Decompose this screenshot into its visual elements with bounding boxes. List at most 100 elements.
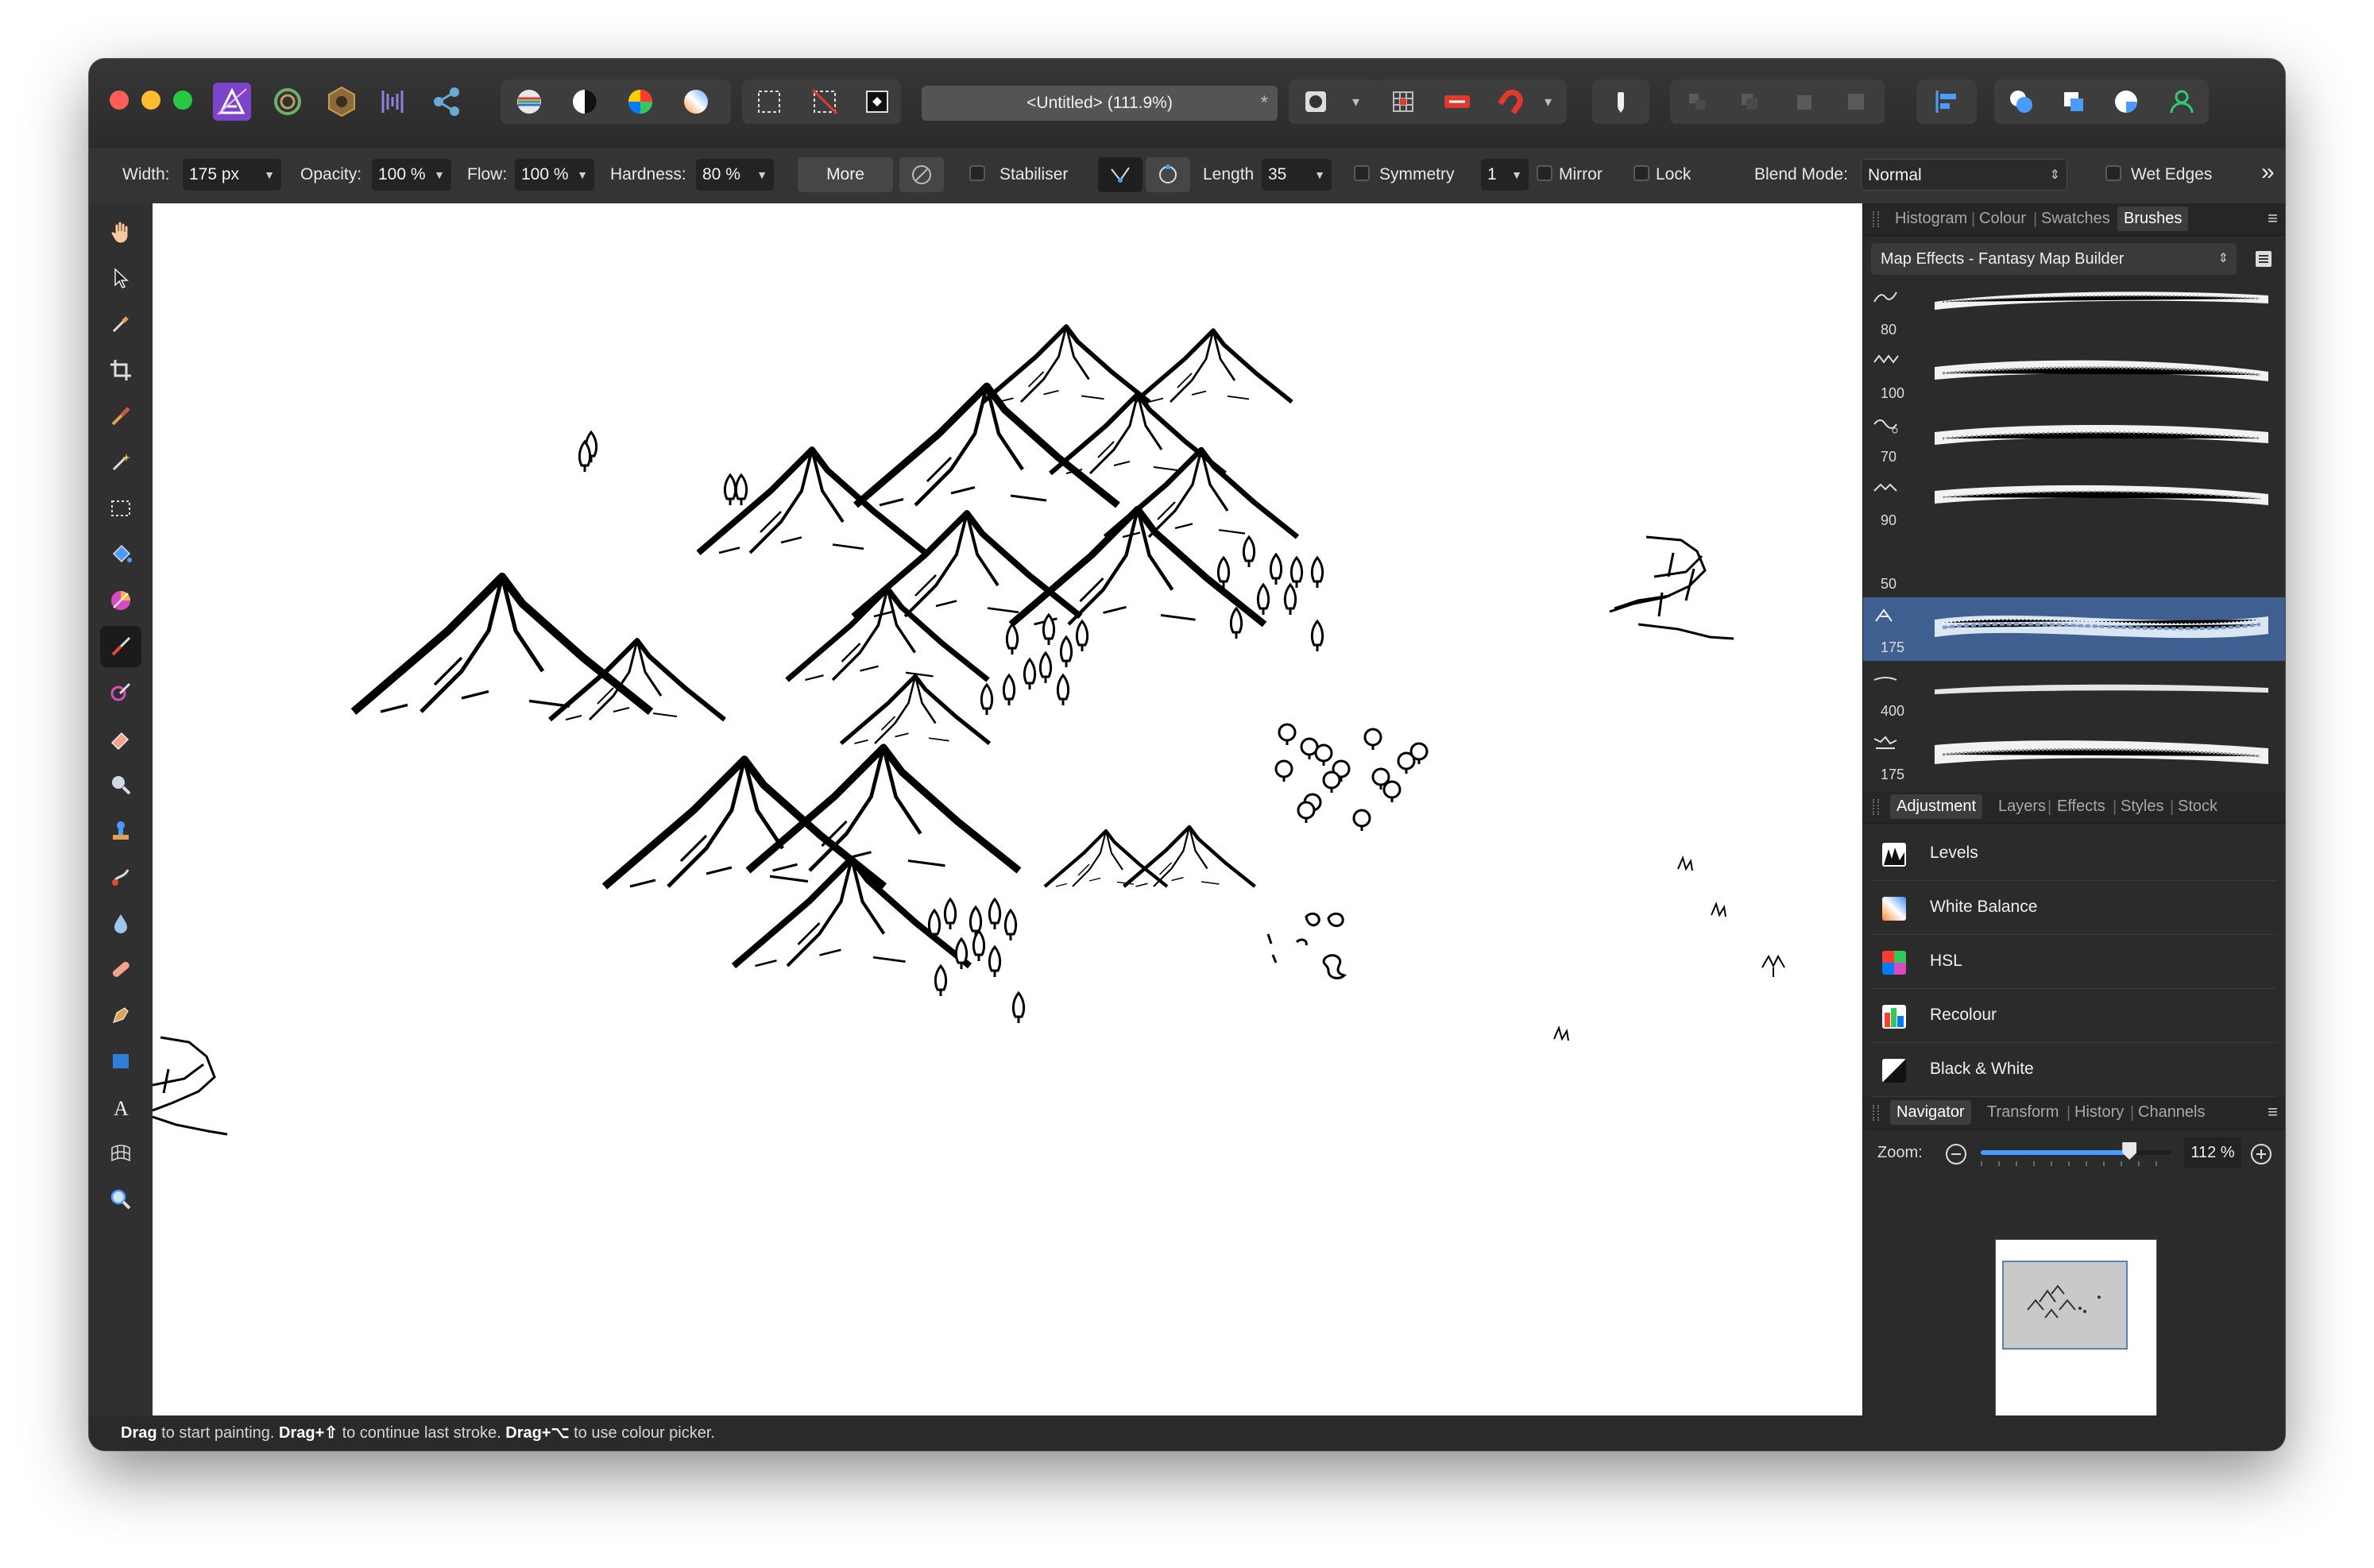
adjustment-item-black-white[interactable]: Black & White — [1871, 1044, 2276, 1097]
tab-transform[interactable]: Transform — [1987, 1103, 2059, 1122]
adjustment-item-levels[interactable]: Levels — [1871, 828, 2276, 881]
opacity-dropdown-icon[interactable]: ▼ — [434, 159, 445, 191]
navigator-panel-menu-icon[interactable]: ≡ — [2268, 1102, 2278, 1122]
brush-item[interactable]: 100 — [1863, 343, 2285, 407]
magic-wand-tool[interactable] — [100, 442, 141, 483]
move-back-one-icon[interactable] — [1730, 83, 1769, 121]
brush-item[interactable]: 70 — [1863, 407, 2285, 470]
zoom-window-button[interactable] — [173, 91, 192, 110]
toolbar-overflow-icon[interactable]: » — [2261, 159, 2275, 186]
tab-styles[interactable]: Styles — [2121, 798, 2163, 816]
stabiliser-checkbox[interactable] — [969, 165, 985, 181]
tab-colour[interactable]: Colour — [1979, 210, 2026, 228]
brush-options-button[interactable] — [899, 157, 944, 192]
tab-swatches[interactable]: Swatches — [2041, 210, 2110, 228]
brush-item[interactable]: 400 — [1863, 661, 2285, 724]
brush-item[interactable]: 175 — [1863, 724, 2285, 788]
marquee-tool[interactable] — [100, 488, 141, 529]
document-canvas[interactable] — [153, 203, 1862, 1415]
rope-mode-button[interactable] — [1098, 157, 1143, 192]
hand-tool[interactable] — [100, 211, 141, 253]
paint-brush-selection-tool[interactable] — [100, 396, 141, 437]
geometry-subtract-icon[interactable] — [2055, 83, 2093, 121]
mesh-warp-tool[interactable] — [100, 1133, 141, 1174]
snapping-dropdown-icon[interactable]: ▾ — [1545, 83, 1552, 121]
opacity-field[interactable]: 100 % ▼ — [372, 159, 451, 191]
mirror-checkbox[interactable] — [1537, 165, 1552, 181]
brush-item[interactable]: 90 — [1863, 470, 2285, 534]
white-balance-icon[interactable] — [677, 83, 715, 121]
zoom-tool[interactable] — [100, 1179, 141, 1220]
rectangle-tool[interactable] — [100, 1041, 141, 1082]
photo-persona-icon[interactable] — [213, 83, 251, 121]
tab-layers[interactable]: Layers — [1998, 798, 2046, 816]
hardness-field[interactable]: 80 % ▼ — [696, 159, 774, 191]
levels-icon[interactable] — [510, 83, 548, 121]
colour-replacement-tool[interactable] — [100, 672, 141, 713]
assistant-icon[interactable] — [1438, 83, 1476, 121]
navigator-view-rectangle[interactable] — [2002, 1261, 2128, 1350]
gradient-tool[interactable] — [100, 580, 141, 621]
adjustment-item-white-balance[interactable]: White Balance — [1871, 882, 2276, 935]
tab-adjustment[interactable]: Adjustment — [1890, 794, 1983, 819]
tab-history[interactable]: History — [2074, 1103, 2124, 1122]
tab-effects[interactable]: Effects — [2057, 798, 2105, 816]
brush-item[interactable]: 80 — [1863, 280, 2285, 343]
pen-tool[interactable] — [100, 994, 141, 1036]
hsl-icon[interactable] — [621, 83, 659, 121]
document-title[interactable]: <Untitled> (111.9%) * — [922, 86, 1278, 121]
move-to-front-icon[interactable] — [1837, 83, 1875, 121]
artistic-text-tool[interactable]: A — [100, 1087, 141, 1128]
close-window-button[interactable] — [110, 91, 129, 110]
liquify-persona-icon[interactable] — [269, 83, 307, 121]
snapping-icon[interactable] — [1492, 83, 1530, 121]
quick-mask-dropdown-icon[interactable]: ▾ — [1352, 83, 1359, 121]
brushes-panel-menu-icon[interactable]: ≡ — [2268, 208, 2278, 229]
panel-grip-icon[interactable] — [1873, 211, 1879, 227]
tab-brushes[interactable]: Brushes — [2117, 207, 2189, 231]
brush-panel-options-icon[interactable] — [2251, 246, 2276, 272]
geometry-add-icon[interactable] — [2002, 83, 2040, 121]
grid-icon[interactable] — [1384, 83, 1422, 121]
brush-item-selected[interactable]: 175 — [1863, 597, 2285, 661]
flow-dropdown-icon[interactable]: ▼ — [577, 159, 588, 191]
brush-item[interactable]: 50 — [1863, 534, 2285, 597]
move-to-back-icon[interactable] — [1678, 83, 1716, 121]
zoom-value-field[interactable]: 112 % — [2184, 1137, 2241, 1168]
deselect-icon[interactable] — [806, 83, 844, 121]
brush-category-dropdown-icon[interactable]: ⇕ — [2218, 243, 2229, 275]
select-all-icon[interactable] — [750, 83, 788, 121]
length-dropdown-icon[interactable]: ▼ — [1314, 159, 1325, 191]
tab-channels[interactable]: Channels — [2138, 1103, 2206, 1122]
geometry-intersect-icon[interactable] — [2107, 83, 2145, 121]
tone-mapping-persona-icon[interactable] — [375, 83, 413, 121]
minimize-window-button[interactable] — [141, 91, 160, 110]
user-icon[interactable] — [2163, 83, 2201, 121]
more-button[interactable]: More — [798, 157, 893, 192]
adjustment-item-recolour[interactable]: Recolour — [1871, 990, 2276, 1043]
dodge-tool[interactable] — [100, 764, 141, 805]
zoom-slider-handle[interactable] — [2122, 1142, 2137, 1160]
adjustment-item-hsl[interactable]: HSL — [1871, 936, 2276, 989]
hardness-dropdown-icon[interactable]: ▼ — [756, 159, 767, 191]
length-field[interactable]: 35 ▼ — [1262, 159, 1332, 191]
contrast-icon[interactable] — [566, 83, 604, 121]
blend-mode-dropdown-icon[interactable]: ⇕ — [2050, 160, 2060, 191]
zoom-in-icon[interactable] — [2249, 1142, 2273, 1166]
align-icon[interactable] — [1927, 83, 1966, 121]
paint-brush-tool[interactable] — [100, 626, 141, 667]
width-dropdown-icon[interactable]: ▼ — [264, 159, 275, 191]
export-persona-icon[interactable] — [427, 83, 466, 121]
clone-brush-tool[interactable] — [100, 810, 141, 852]
flow-field[interactable]: 100 % ▼ — [515, 159, 594, 191]
panel-grip-icon[interactable] — [1873, 1105, 1879, 1121]
develop-persona-icon[interactable] — [323, 83, 361, 121]
tab-stock[interactable]: Stock — [2178, 798, 2217, 816]
invert-selection-icon[interactable] — [858, 83, 896, 121]
brush-category-select[interactable]: Map Effects - Fantasy Map Builder ⇕ — [1871, 243, 2237, 275]
blur-brush-tool[interactable] — [100, 902, 141, 944]
flood-fill-tool[interactable] — [100, 534, 141, 575]
tab-navigator[interactable]: Navigator — [1890, 1100, 1971, 1125]
width-field[interactable]: 175 px ▼ — [183, 159, 281, 191]
force-pixel-alignment-icon[interactable] — [1602, 83, 1640, 121]
